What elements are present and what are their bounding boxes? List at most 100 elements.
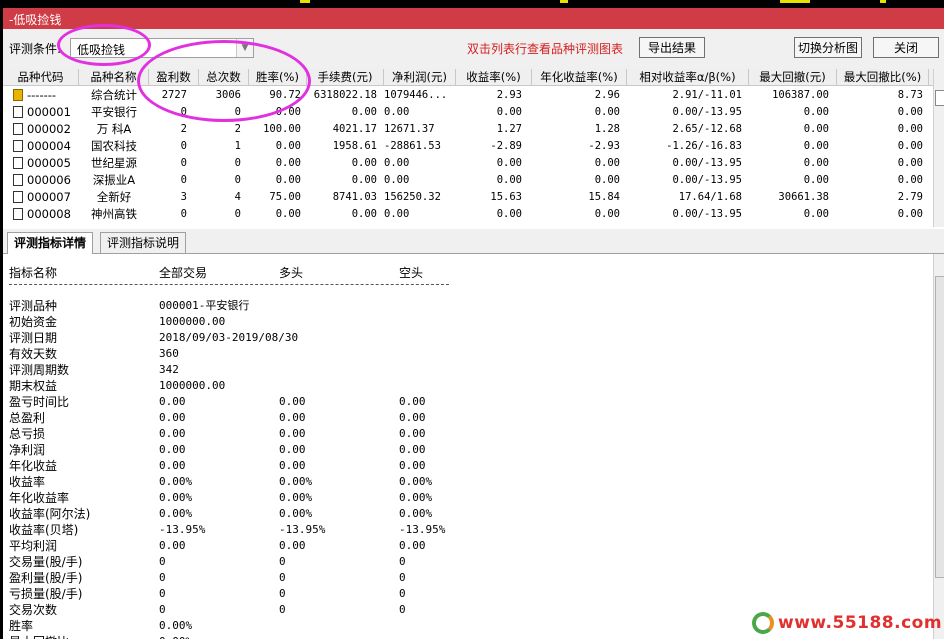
close-button[interactable]: 关闭: [873, 37, 939, 58]
table-row[interactable]: 000002 万 科A 2 2 100.00 4021.17 12671.37 1.27 1.2…: [3, 121, 933, 138]
metric-value: 0: [279, 555, 286, 568]
metric-value: 0.00: [159, 411, 186, 424]
table-row[interactable]: 000007 全新好 3 4 75.00 8741.03 156250.32 15.63 15.…: [3, 189, 933, 206]
table-row[interactable]: 000005 世纪星源 0 0 0.00 0.00 0.00 0.00 0.00 0.00/-13…: [3, 155, 933, 172]
table-cell: 4: [234, 191, 241, 203]
table-cell: 0.00: [594, 157, 620, 169]
metric-name: 评测周期数: [9, 363, 70, 377]
bg-mark: [880, 0, 886, 3]
table-cell: 国农科技: [91, 139, 137, 153]
column-header[interactable]: 盈利数: [149, 69, 199, 85]
switch-chart-button[interactable]: 切换分析图: [794, 37, 862, 58]
column-header[interactable]: 收益率(%): [456, 69, 532, 85]
table-cell: 2.91/-11.01: [672, 89, 742, 101]
table-cell: -28861.53: [384, 140, 441, 152]
metric-value: -13.95%: [399, 523, 446, 536]
metric-value: 0.00%: [159, 634, 192, 639]
column-header[interactable]: 年化收益率(%): [532, 69, 627, 85]
document-icon: [13, 106, 23, 118]
detail-row: 总盈利 0.00 0.00 0.00: [3, 410, 933, 426]
detail-row: 评测日期 2018/09/03-2019/08/30: [3, 330, 933, 346]
table-row[interactable]: 000004 国农科技 0 1 0.00 1958.61 -28861.53 -2.89 -2.…: [3, 138, 933, 155]
table-cell: 神州高铁: [91, 207, 137, 221]
export-button[interactable]: 导出结果: [639, 37, 705, 58]
table-cell: 0.00: [351, 174, 377, 186]
table-cell: 0.00: [594, 106, 620, 118]
metric-name: 胜率: [9, 619, 34, 633]
table-cell: 0: [180, 157, 187, 169]
table-cell: 000004: [27, 139, 71, 153]
table-cell: 0: [180, 174, 187, 186]
tab-metric-explanation[interactable]: 评测指标说明: [100, 232, 187, 253]
grid-header: 品种代码 品种名称 盈利数 总次数 胜率(%) 手续费(元) 净利润(元) 收益率(%) 年化收…: [3, 69, 933, 86]
table-cell: 0.00: [275, 157, 301, 169]
table-cell: 8.73: [897, 89, 923, 101]
metric-value: 0.00: [399, 459, 426, 472]
metric-name: 评测日期: [9, 331, 58, 345]
table-row[interactable]: ------- 综合统计 2727 3006 90.72 6318022.18 107944…: [3, 87, 933, 104]
detail-header: 指标名称: [9, 266, 58, 280]
chevron-down-icon[interactable]: ▼: [236, 39, 253, 57]
detail-row: 收益率(阿尔法) 0.00% 0.00% 0.00%: [3, 506, 933, 522]
metric-value: 0.00: [399, 395, 426, 408]
bg-mark: [300, 0, 310, 3]
scroll-thumb[interactable]: [935, 276, 944, 578]
grid-scrollbar[interactable]: [933, 69, 944, 227]
detail-scrollbar[interactable]: [933, 254, 944, 639]
column-header[interactable]: 胜率(%): [249, 69, 307, 85]
results-grid[interactable]: 品种代码 品种名称 盈利数 总次数 胜率(%) 手续费(元) 净利润(元) 收益率(%) 年化收…: [3, 69, 933, 227]
table-row[interactable]: 000008 神州高铁 0 0 0.00 0.00 0.00 0.00 0.00 0.00/-13…: [3, 206, 933, 223]
column-header[interactable]: 最大回撤比(%): [837, 69, 929, 85]
table-cell: 0.00: [897, 174, 923, 186]
metric-value: 0: [399, 571, 406, 584]
metric-value: 0.00%: [159, 507, 193, 520]
metric-value: 0: [399, 555, 406, 568]
metric-name: 亏损量(股/手): [9, 587, 83, 601]
table-cell: -2.89: [490, 140, 522, 152]
table-cell: 0.00: [803, 208, 829, 220]
tab-metric-details[interactable]: 评测指标详情: [7, 232, 94, 254]
metric-name: 年化收益率: [9, 491, 70, 505]
metric-name: 期末权益: [9, 379, 58, 393]
metric-name: 评测品种: [9, 299, 58, 313]
table-cell: 4021.17: [332, 123, 377, 135]
criteria-select[interactable]: 低吸捡钱 ▼: [70, 38, 254, 58]
table-cell: 000006: [27, 173, 71, 187]
metric-value: 0.00: [159, 443, 186, 456]
table-cell: 0: [180, 106, 187, 118]
table-cell: 0.00/-13.95: [672, 174, 742, 186]
scroll-thumb[interactable]: [935, 90, 944, 106]
table-cell: 1: [234, 140, 241, 152]
metric-name: 有效天数: [9, 347, 58, 361]
table-cell: 2: [180, 123, 187, 135]
document-icon: [13, 140, 23, 152]
column-header[interactable]: 净利润(元): [384, 69, 456, 85]
table-cell: 2: [234, 123, 241, 135]
metric-value: 1000000.00: [159, 379, 226, 392]
column-header[interactable]: 手续费(元): [307, 69, 384, 85]
table-cell: 0: [234, 208, 241, 220]
metric-value: 0.00: [399, 427, 426, 440]
column-header[interactable]: 品种名称: [79, 69, 149, 85]
table-cell: 深振业A: [92, 173, 136, 187]
table-row[interactable]: 000001 平安银行 0 0 0.00 0.00 0.00 0.00 0.00 0.00/-13…: [3, 104, 933, 121]
column-header[interactable]: 品种代码: [3, 69, 79, 85]
table-cell: 0: [234, 157, 241, 169]
metric-value: 0.00: [399, 411, 426, 424]
table-cell: 15.84: [588, 191, 620, 203]
metric-name: 盈亏时间比: [9, 395, 70, 409]
detail-row: 年化收益 0.00 0.00 0.00: [3, 458, 933, 474]
table-cell: 106387.00: [772, 89, 829, 101]
title-bar[interactable]: -低吸捡钱: [3, 8, 944, 29]
column-header[interactable]: 最大回撤(元): [749, 69, 837, 85]
column-header[interactable]: 相对收益率α/β(%): [627, 69, 749, 85]
table-cell: 世纪星源: [91, 156, 137, 170]
table-cell: 0: [180, 208, 187, 220]
column-header[interactable]: 总次数: [199, 69, 249, 85]
toolbar: 评测条件: 低吸捡钱 ▼ 双击列表行查看品种评测图表 导出结果 切换分析图 关闭: [3, 29, 944, 69]
metric-value: 0.00: [279, 459, 306, 472]
metric-value: 0.00%: [399, 507, 433, 520]
table-cell: 1079446...: [384, 89, 448, 101]
table-row[interactable]: 000006 深振业A 0 0 0.00 0.00 0.00 0.00 0.00 0.00/-13…: [3, 172, 933, 189]
metric-value: 1000000.00: [159, 315, 226, 328]
